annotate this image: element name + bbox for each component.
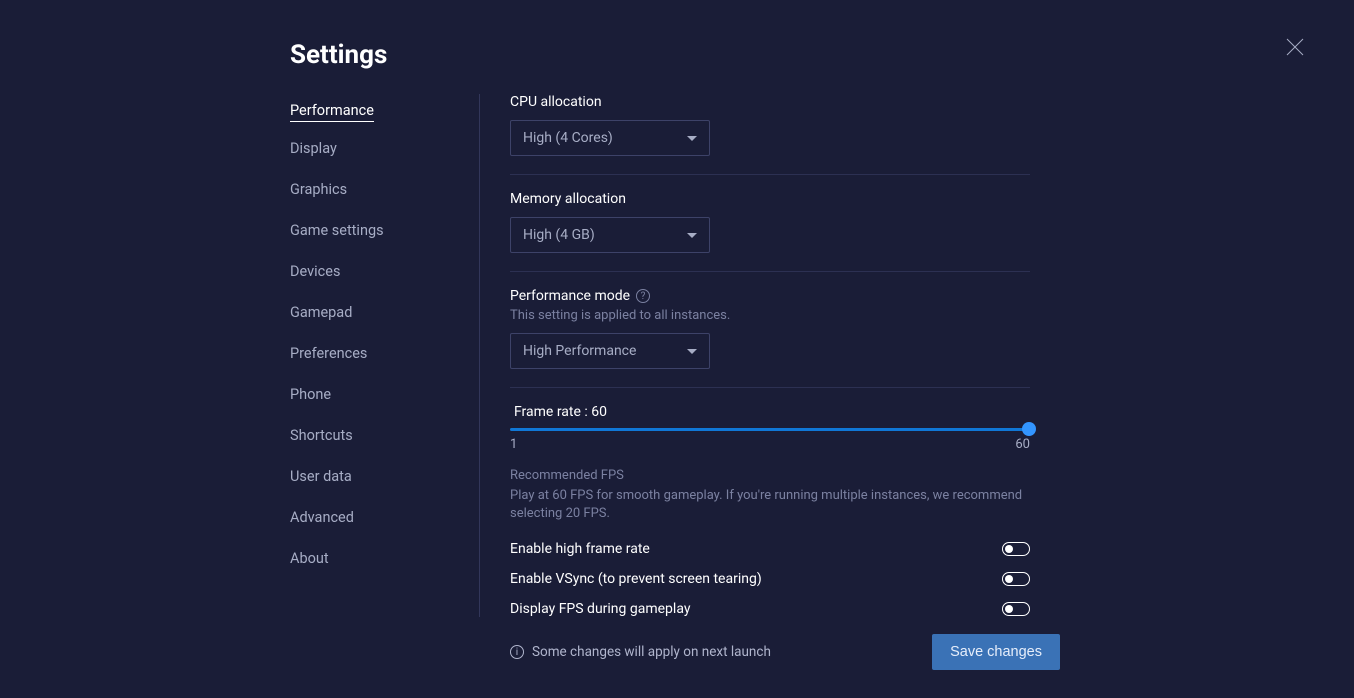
divider xyxy=(510,174,1030,175)
sidebar-item-performance[interactable]: Performance xyxy=(290,96,374,122)
sidebar-item-devices[interactable]: Devices xyxy=(290,257,340,286)
sidebar-item-shortcuts[interactable]: Shortcuts xyxy=(290,421,353,450)
enable-vsync-label: Enable VSync (to prevent screen tearing) xyxy=(510,571,762,587)
memory-allocation-value: High (4 GB) xyxy=(523,227,595,243)
enable-vsync-toggle[interactable] xyxy=(1002,572,1030,586)
sidebar-item-about[interactable]: About xyxy=(290,544,329,573)
memory-allocation-select[interactable]: High (4 GB) xyxy=(510,217,710,253)
cpu-allocation-value: High (4 Cores) xyxy=(523,130,613,146)
frame-rate-max: 60 xyxy=(1015,437,1030,452)
sidebar-item-advanced[interactable]: Advanced xyxy=(290,503,354,532)
performance-mode-label: Performance mode xyxy=(510,288,630,304)
settings-content: CPU allocation High (4 Cores) Memory all… xyxy=(480,94,1050,617)
sidebar-item-user-data[interactable]: User data xyxy=(290,462,352,491)
sidebar-item-phone[interactable]: Phone xyxy=(290,380,331,409)
frame-rate-min: 1 xyxy=(510,437,517,452)
display-fps-label: Display FPS during gameplay xyxy=(510,601,690,617)
chevron-down-icon xyxy=(687,136,697,141)
footer-note-text: Some changes will apply on next launch xyxy=(532,644,771,660)
cpu-allocation-select[interactable]: High (4 Cores) xyxy=(510,120,710,156)
divider xyxy=(510,271,1030,272)
chevron-down-icon xyxy=(687,349,697,354)
performance-mode-sub: This setting is applied to all instances… xyxy=(510,308,1050,323)
frame-rate-slider[interactable] xyxy=(510,428,1030,431)
enable-high-frame-toggle[interactable] xyxy=(1002,542,1030,556)
sidebar-item-game-settings[interactable]: Game settings xyxy=(290,216,384,245)
sidebar-item-graphics[interactable]: Graphics xyxy=(290,175,347,204)
page-title: Settings xyxy=(290,40,1354,70)
sidebar-item-gamepad[interactable]: Gamepad xyxy=(290,298,352,327)
chevron-down-icon xyxy=(687,233,697,238)
recommended-fps-text: Play at 60 FPS for smooth gameplay. If y… xyxy=(510,487,1030,523)
close-button[interactable] xyxy=(1286,38,1304,56)
sidebar-item-display[interactable]: Display xyxy=(290,134,337,163)
divider xyxy=(510,387,1030,388)
save-changes-button[interactable]: Save changes xyxy=(932,634,1060,670)
sidebar: Performance Display Graphics Game settin… xyxy=(290,94,480,617)
cpu-allocation-label: CPU allocation xyxy=(510,94,1050,110)
info-icon: i xyxy=(510,645,524,659)
performance-mode-select[interactable]: High Performance xyxy=(510,333,710,369)
recommended-fps-title: Recommended FPS xyxy=(510,468,1050,483)
display-fps-toggle[interactable] xyxy=(1002,602,1030,616)
sidebar-item-preferences[interactable]: Preferences xyxy=(290,339,367,368)
frame-rate-label: Frame rate : 60 xyxy=(514,404,1050,420)
performance-mode-value: High Performance xyxy=(523,343,636,359)
slider-thumb[interactable] xyxy=(1022,422,1036,436)
enable-high-frame-label: Enable high frame rate xyxy=(510,541,650,557)
memory-allocation-label: Memory allocation xyxy=(510,191,1050,207)
help-icon[interactable]: ? xyxy=(636,289,650,303)
